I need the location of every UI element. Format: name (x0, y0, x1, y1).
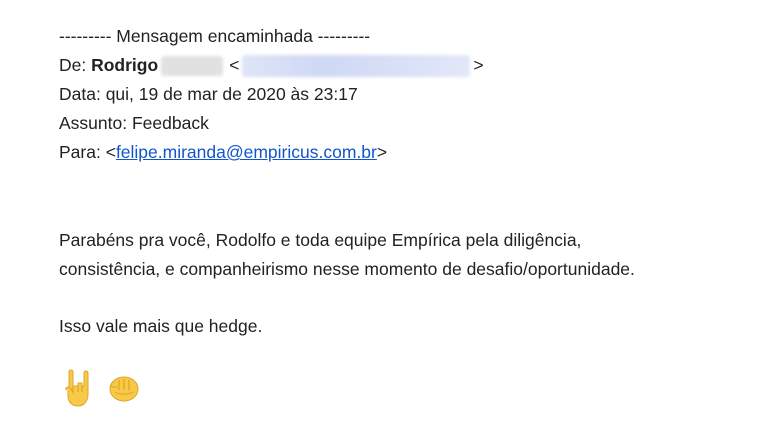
forwarded-header-text: --------- Mensagem encaminhada --------- (59, 26, 371, 46)
from-line: De: Rodrigo < > (59, 54, 484, 78)
redacted-sender-surname (161, 56, 224, 77)
sender-email-close: > (473, 55, 484, 75)
sender-name: Rodrigo (91, 55, 159, 75)
forwarded-header: --------- Mensagem encaminhada --------- (59, 25, 370, 47)
email-message: --------- Mensagem encaminhada ---------… (0, 0, 758, 433)
rock-on-hand-icon (65, 369, 89, 407)
to-line: Para: <felipe.miranda@empiricus.com.br> (59, 141, 387, 163)
body-paragraph-2: Isso vale mais que hedge. (59, 315, 262, 337)
body-paragraph-1-line-1: Parabéns pra você, Rodolfo e toda equipe… (59, 229, 581, 251)
body-text: Parabéns pra você, Rodolfo e toda equipe… (59, 230, 582, 250)
body-text: consistência, e companheirismo nesse mom… (59, 259, 635, 279)
date-line: Data: qui, 19 de mar de 2020 às 23:17 (59, 83, 358, 105)
subject-label: Assunto: (59, 113, 128, 133)
body-text: Isso vale mais que hedge. (59, 316, 263, 336)
to-email-close: > (376, 142, 388, 162)
subject-value: Feedback (131, 113, 209, 133)
subject-line: Assunto: Feedback (59, 112, 209, 134)
from-label: De: (59, 55, 87, 75)
date-value: qui, 19 de mar de 2020 às 23:17 (105, 84, 358, 104)
recipient-email-link[interactable]: felipe.miranda@empiricus.com.br (116, 142, 377, 162)
to-label: Para: (59, 142, 101, 162)
sender-email-open: < (229, 55, 240, 75)
emoji-row (62, 368, 139, 408)
to-email-open: < (105, 142, 116, 162)
body-paragraph-1-line-2: consistência, e companheirismo nesse mom… (59, 258, 635, 280)
fist-bump-icon (109, 376, 139, 402)
redacted-sender-email (242, 55, 471, 78)
date-label: Data: (59, 84, 101, 104)
